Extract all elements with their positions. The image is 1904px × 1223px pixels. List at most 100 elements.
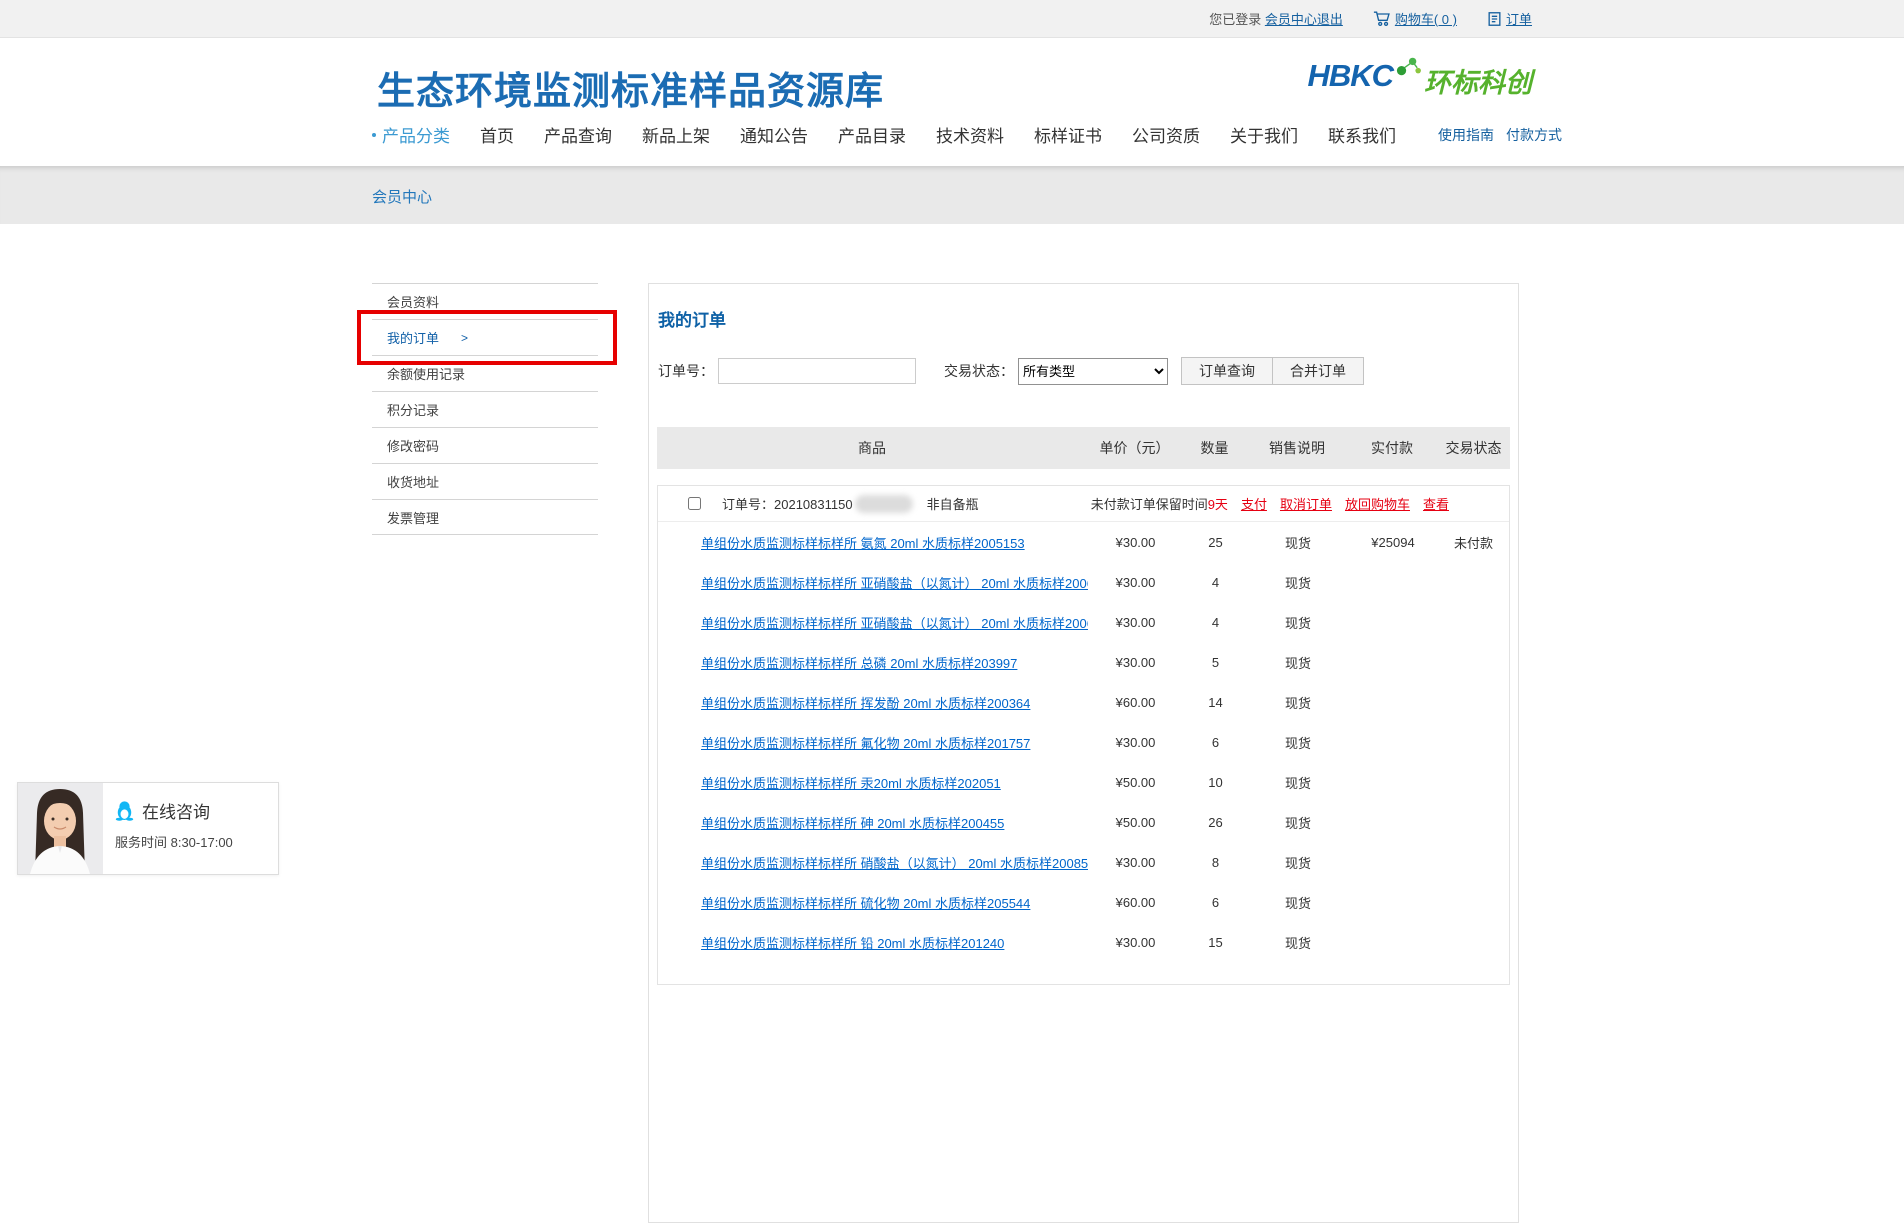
paid-amount-cell: ¥25094 — [1348, 535, 1438, 550]
order-search-button[interactable]: 订单查询 — [1181, 357, 1273, 385]
order-action-link[interactable]: 查看 — [1423, 494, 1449, 513]
order-group: 订单号：20210831150 非自备瓶 未付款订单保留时间 9天 支付取消订单… — [657, 485, 1510, 985]
product-link[interactable]: 单组份水质监测标样标样所 总磷 20ml 水质标样203997 — [658, 653, 1088, 672]
page-title: 我的订单 — [658, 306, 1518, 331]
quantity-cell: 6 — [1183, 735, 1248, 750]
consult-info: 在线咨询 服务时间 8:30-17:00 — [103, 783, 278, 874]
unit-price-cell: ¥30.00 — [1088, 655, 1183, 670]
service-time: 服务时间 8:30-17:00 — [115, 832, 278, 851]
retention-text: 未付款订单保留时间 — [1091, 494, 1208, 513]
sidebar-item[interactable]: 我的订单> — [372, 319, 598, 355]
nav-item[interactable]: 产品查询 — [544, 122, 612, 147]
product-link[interactable]: 单组份水质监测标样标样所 氟化物 20ml 水质标样201757 — [658, 733, 1088, 752]
unit-price-cell: ¥30.00 — [1088, 935, 1183, 950]
quantity-cell: 15 — [1183, 935, 1248, 950]
nav-item[interactable]: 关于我们 — [1230, 122, 1298, 147]
sales-note-cell: 现货 — [1248, 733, 1348, 752]
sidebar-item-label: 余额使用记录 — [387, 364, 465, 383]
nav-help-link[interactable]: 使用指南 — [1438, 125, 1494, 145]
header-product: 商品 — [657, 438, 1087, 458]
login-status: 您已登录 会员中心退出 — [1209, 9, 1343, 28]
product-link[interactable]: 单组份水质监测标样标样所 亚硝酸盐（以氮计） 20ml 水质标样200643 — [658, 573, 1088, 592]
trade-status-cell: 未付款 — [1438, 533, 1509, 552]
order-select-checkbox[interactable] — [688, 497, 701, 510]
quantity-cell: 10 — [1183, 775, 1248, 790]
product-row: 单组份水质监测标样标样所 砷 20ml 水质标样200455¥50.0026现货 — [658, 802, 1509, 842]
consultant-photo — [18, 783, 103, 874]
nav-product-categories[interactable]: 产品分类 — [372, 122, 450, 147]
product-link[interactable]: 单组份水质监测标样标样所 氨氮 20ml 水质标样2005153 — [658, 533, 1088, 552]
breadcrumb[interactable]: 会员中心 — [372, 189, 432, 206]
top-bar: 您已登录 会员中心退出 购物车( 0 ) 订单 — [0, 0, 1904, 38]
sidebar-item-label: 我的订单 — [387, 328, 439, 347]
header-paid: 实付款 — [1347, 438, 1437, 458]
retention-days: 9天 — [1208, 494, 1228, 513]
company-logo: HBKC 环标科创 — [1307, 58, 1532, 100]
trade-status-label: 交易状态： — [944, 361, 1014, 381]
quantity-cell: 5 — [1183, 655, 1248, 670]
bullet-icon — [372, 133, 376, 137]
product-link[interactable]: 单组份水质监测标样标样所 汞20ml 水质标样202051 — [658, 773, 1088, 792]
product-link[interactable]: 单组份水质监测标样标样所 砷 20ml 水质标样200455 — [658, 813, 1088, 832]
consult-title[interactable]: 在线咨询 — [142, 798, 210, 823]
sales-note-cell: 现货 — [1248, 613, 1348, 632]
sales-note-cell: 现货 — [1248, 533, 1348, 552]
cart-group[interactable]: 购物车( 0 ) — [1373, 9, 1457, 28]
orders-group[interactable]: 订单 — [1487, 9, 1532, 28]
sales-note-cell: 现货 — [1248, 933, 1348, 952]
main-nav: 产品分类 首页 产品查询 新品上架 通知公告 产品目录 技术资料 标样证书 公司资质 关于我们 联… — [372, 122, 1532, 147]
order-actions: 未付款订单保留时间 9天 支付取消订单放回购物车查看 — [1091, 494, 1449, 513]
quantity-cell: 4 — [1183, 615, 1248, 630]
molecule-icon — [1394, 54, 1422, 83]
product-row: 单组份水质监测标样标样所 总磷 20ml 水质标样203997¥30.005现货 — [658, 642, 1509, 682]
nav-item[interactable]: 产品目录 — [838, 122, 906, 147]
sidebar-item[interactable]: 余额使用记录 — [372, 355, 598, 391]
sales-note-cell: 现货 — [1248, 893, 1348, 912]
order-action-link[interactable]: 支付 — [1241, 494, 1267, 513]
header-trade-status: 交易状态 — [1437, 438, 1510, 458]
product-link[interactable]: 单组份水质监测标样标样所 铅 20ml 水质标样201240 — [658, 933, 1088, 952]
order-number-input[interactable] — [718, 358, 916, 384]
nav-items: 首页 产品查询 新品上架 通知公告 产品目录 技术资料 标样证书 公司资质 关于我们 联系我们 — [480, 122, 1426, 147]
order-action-link[interactable]: 放回购物车 — [1345, 494, 1410, 513]
nav-item[interactable]: 新品上架 — [642, 122, 710, 147]
orders-icon — [1487, 11, 1502, 27]
header-sales-note: 销售说明 — [1247, 438, 1347, 458]
cart-link[interactable]: 购物车( 0 ) — [1395, 9, 1457, 28]
product-link[interactable]: 单组份水质监测标样标样所 硝酸盐（以氮计） 20ml 水质标样200850 — [658, 853, 1088, 872]
order-filter-bar: 订单号： 交易状态： 所有类型 订单查询 合并订单 — [658, 357, 1518, 385]
sidebar-item[interactable]: 修改密码 — [372, 427, 598, 463]
sidebar-item[interactable]: 会员资料 — [372, 283, 598, 319]
orders-link[interactable]: 订单 — [1506, 9, 1532, 28]
site-logo-text: 生态环境监测标准样品资源库 — [377, 60, 884, 115]
nav-item[interactable]: 联系我们 — [1328, 122, 1396, 147]
order-action-link[interactable]: 取消订单 — [1280, 494, 1332, 513]
product-link[interactable]: 单组份水质监测标样标样所 亚硝酸盐（以氮计） 20ml 水质标样200644 — [658, 613, 1088, 632]
sidebar-item[interactable]: 收货地址 — [372, 463, 598, 499]
order-number-blur — [855, 495, 913, 513]
cart-icon — [1373, 10, 1391, 27]
nav-item[interactable]: 标样证书 — [1034, 122, 1102, 147]
trade-status-select[interactable]: 所有类型 — [1018, 358, 1168, 385]
online-consult-widget[interactable]: 在线咨询 服务时间 8:30-17:00 — [17, 782, 279, 875]
product-link[interactable]: 单组份水质监测标样标样所 硫化物 20ml 水质标样205544 — [658, 893, 1088, 912]
order-number-value: 20210831150 — [774, 497, 853, 512]
sidebar-item-label: 会员资料 — [387, 292, 439, 311]
nav-help-link[interactable]: 付款方式 — [1506, 125, 1562, 145]
merge-orders-button[interactable]: 合并订单 — [1272, 357, 1364, 385]
nav-item[interactable]: 技术资料 — [936, 122, 1004, 147]
nav-item[interactable]: 公司资质 — [1132, 122, 1200, 147]
sidebar-item[interactable]: 积分记录 — [372, 391, 598, 427]
member-center-logout-link[interactable]: 会员中心退出 — [1265, 9, 1343, 28]
nav-item[interactable]: 通知公告 — [740, 122, 808, 147]
quantity-cell: 25 — [1183, 535, 1248, 550]
order-header-row: 订单号：20210831150 非自备瓶 未付款订单保留时间 9天 支付取消订单… — [658, 486, 1509, 522]
product-link[interactable]: 单组份水质监测标样标样所 挥发酚 20ml 水质标样200364 — [658, 693, 1088, 712]
nav-item[interactable]: 首页 — [480, 122, 514, 147]
quantity-cell: 4 — [1183, 575, 1248, 590]
sidebar-item-label: 修改密码 — [387, 436, 439, 455]
qq-icon — [115, 800, 134, 821]
order-number-label: 订单号：20210831150 — [722, 494, 853, 513]
sales-note-cell: 现货 — [1248, 813, 1348, 832]
sidebar-item[interactable]: 发票管理 — [372, 499, 598, 535]
